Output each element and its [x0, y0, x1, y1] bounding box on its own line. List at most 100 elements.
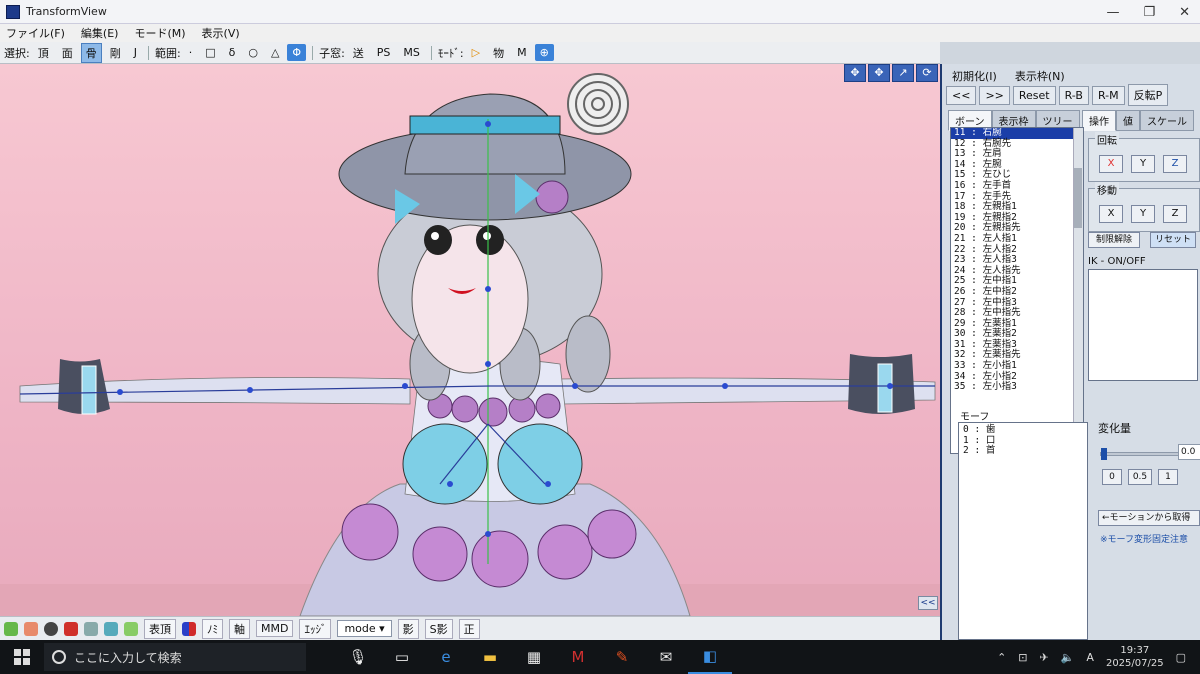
color-icon[interactable]: [182, 621, 196, 636]
move-view-icon[interactable]: ✥: [844, 64, 866, 82]
rigid-display-icon[interactable]: [24, 621, 38, 636]
warning-icon[interactable]: [64, 621, 78, 636]
pan-view-icon[interactable]: ✥: [868, 64, 890, 82]
preset-half-button[interactable]: 0.5: [1128, 469, 1152, 485]
clock[interactable]: 19:37 2025/07/25: [1106, 644, 1164, 670]
rotate-y-button[interactable]: Y: [1131, 155, 1155, 173]
mmd-button[interactable]: MMD: [256, 620, 294, 637]
child-send[interactable]: 送: [348, 43, 369, 63]
slider-knob[interactable]: [1101, 448, 1107, 460]
select-bone[interactable]: 骨: [80, 42, 102, 63]
mode-m[interactable]: M: [512, 44, 532, 61]
task-view-icon[interactable]: ▭: [380, 640, 424, 674]
release-limit-button[interactable]: 制限解除: [1088, 232, 1140, 248]
scroll-thumb[interactable]: [1074, 168, 1082, 228]
notification-icon[interactable]: ▢: [1176, 651, 1186, 664]
tab-scale[interactable]: スケール: [1140, 110, 1194, 131]
range-triangle[interactable]: △: [266, 44, 284, 61]
microphone-icon[interactable]: 🎙: [336, 640, 380, 674]
select-joint[interactable]: J: [129, 44, 142, 61]
morph-item[interactable]: 2 : 首: [963, 446, 1083, 457]
rm-button[interactable]: R-M: [1091, 85, 1125, 105]
mcafee-icon[interactable]: M: [556, 640, 600, 674]
select-vertex[interactable]: 頂: [33, 43, 54, 63]
joint-display-icon[interactable]: [44, 621, 58, 636]
range-delta[interactable]: δ: [224, 44, 241, 61]
menu-view[interactable]: 表示(V): [202, 25, 240, 41]
self-shadow-button[interactable]: S影: [424, 618, 453, 639]
edge-button[interactable]: ｴｯｼﾞ: [299, 618, 332, 639]
maximize-button[interactable]: ❐: [1143, 5, 1155, 20]
bone-list-item[interactable]: 35 : 左小指3: [951, 382, 1083, 393]
file-explorer-icon[interactable]: ▬: [468, 640, 512, 674]
taskbar-search[interactable]: ここに入力して検索: [44, 643, 306, 671]
reset-rotation-button[interactable]: リセット: [1150, 232, 1196, 248]
preset-zero-button[interactable]: 0: [1102, 469, 1122, 485]
initialize-button[interactable]: 初期化(I): [952, 68, 997, 84]
range-circle[interactable]: ○: [243, 44, 263, 61]
get-from-motion-button[interactable]: ←モーションから取得: [1098, 510, 1200, 526]
bone-list-scrollbar[interactable]: [1073, 128, 1083, 453]
child-ms[interactable]: MS: [398, 44, 424, 61]
nomi-button[interactable]: ﾉﾐ: [202, 618, 223, 639]
pmx-icon[interactable]: [84, 621, 98, 636]
preset-one-button[interactable]: 1: [1158, 469, 1178, 485]
move-x-button[interactable]: X: [1099, 205, 1123, 223]
start-button[interactable]: [0, 640, 44, 674]
bone-list[interactable]: 11 : 右腕 12 : 右腕先 13 : 左肩 14 : 左腕 15 : 左ひじ 16 …: [950, 127, 1084, 454]
bone-list-item[interactable]: 26 : 左中指2: [951, 286, 1083, 298]
morph-value-field[interactable]: 0.0: [1178, 444, 1200, 460]
minimize-button[interactable]: —: [1106, 5, 1119, 20]
reset-button[interactable]: Reset: [1012, 85, 1056, 105]
vertex-display-button[interactable]: 表頂: [144, 618, 176, 639]
frame-display-icon[interactable]: [124, 621, 138, 636]
range-point[interactable]: ·: [184, 44, 198, 61]
mode-physics[interactable]: 物: [488, 43, 509, 63]
axis-button[interactable]: 軸: [229, 618, 250, 639]
next-button[interactable]: >>: [979, 85, 1010, 105]
mail-icon[interactable]: ✉: [644, 640, 688, 674]
rotate-x-button[interactable]: X: [1099, 155, 1123, 173]
menu-mode[interactable]: モード(M): [134, 25, 185, 41]
ime-icon[interactable]: A: [1086, 651, 1094, 664]
move-z-button[interactable]: Z: [1163, 205, 1187, 223]
range-rect[interactable]: □: [200, 44, 220, 61]
ortho-button[interactable]: 正: [458, 618, 480, 639]
menu-file[interactable]: ファイル(F): [6, 25, 65, 41]
range-phi[interactable]: Φ: [287, 44, 307, 61]
rotate-view-icon[interactable]: ⟳: [916, 64, 938, 82]
mode-select[interactable]: mode ▾: [337, 620, 392, 637]
store-icon[interactable]: ▦: [512, 640, 556, 674]
prev-button[interactable]: <<: [946, 85, 977, 105]
edge-icon[interactable]: e: [424, 640, 468, 674]
target-icon[interactable]: ⊕: [534, 44, 554, 61]
select-rigid[interactable]: 剛: [105, 43, 126, 63]
pmx-editor-icon[interactable]: ◧: [688, 640, 732, 674]
mode-play[interactable]: ▷: [467, 44, 485, 61]
rotate-z-button[interactable]: Z: [1163, 155, 1187, 173]
flip-pose-button[interactable]: 反転P: [1127, 84, 1169, 106]
morph-item[interactable]: 0 : 歯: [963, 424, 1083, 436]
tab-value[interactable]: 値: [1116, 110, 1140, 131]
close-button[interactable]: ✕: [1179, 5, 1190, 20]
paint-app-icon[interactable]: ✎: [600, 640, 644, 674]
tab-operation[interactable]: 操作: [1082, 110, 1116, 131]
display-frame-button[interactable]: 表示枠(N): [1015, 68, 1065, 84]
network-icon[interactable]: ⊡: [1018, 651, 1027, 664]
morph-display-icon[interactable]: [104, 621, 118, 636]
bone-display-icon[interactable]: [4, 621, 18, 636]
child-ps[interactable]: PS: [372, 44, 396, 61]
zoom-view-icon[interactable]: ↗: [892, 64, 914, 82]
ik-list[interactable]: [1088, 269, 1198, 381]
airplane-icon[interactable]: ✈: [1040, 651, 1049, 664]
bone-list-item[interactable]: 11 : 右腕: [951, 128, 1083, 139]
bone-list-item[interactable]: 16 : 左手首: [951, 180, 1083, 192]
3d-viewport[interactable]: ✥ ✥ ↗ ⟳ <<: [0, 64, 940, 616]
select-face[interactable]: 面: [57, 43, 78, 63]
chevron-up-icon[interactable]: ⌃: [997, 651, 1006, 664]
shadow-button[interactable]: 影: [397, 618, 419, 639]
menu-edit[interactable]: 編集(E): [81, 25, 119, 41]
morph-list[interactable]: 0 : 歯 1 : 口 2 : 首: [958, 422, 1088, 640]
bone-list-item[interactable]: 21 : 左人指1: [951, 233, 1083, 245]
move-y-button[interactable]: Y: [1131, 205, 1155, 223]
